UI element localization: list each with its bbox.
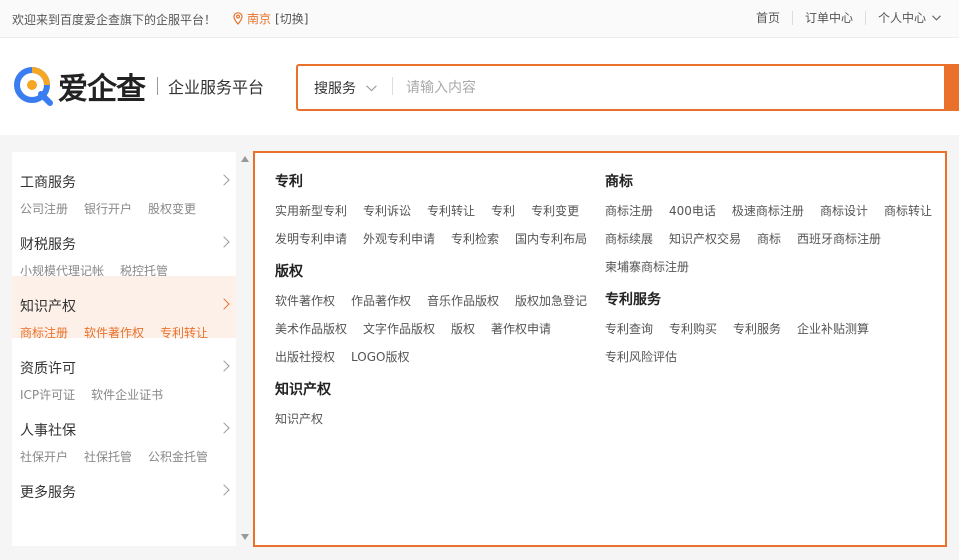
service-link[interactable]: 发明专利申请 — [275, 225, 347, 253]
logo-name: 爱企查 — [58, 72, 146, 107]
sidebar-item-license[interactable]: 资质许可 ICP许可证 软件企业证书 — [12, 338, 236, 402]
service-link[interactable]: 软件著作权 — [275, 287, 335, 315]
service-group-title: 商标 — [605, 174, 633, 190]
service-link[interactable]: 柬埔寨商标注册 — [605, 253, 689, 281]
logo-divider — [157, 77, 158, 95]
service-link[interactable]: 作品著作权 — [351, 287, 411, 315]
service-group-links: 软件著作权 作品著作权 音乐作品版权 版权加急登记美术作品版权 文字作品版权 版权 著作权申… — [275, 287, 595, 371]
service-link[interactable]: 音乐作品版权 — [427, 287, 499, 315]
service-link[interactable]: 400电话 — [669, 197, 716, 225]
sidebar-scrollbar[interactable] — [238, 152, 252, 546]
nav-personal-center-label: 个人中心 — [877, 11, 926, 25]
service-group-links: 实用新型专利 专利诉讼 专利转让 专利 专利变更发明专利申请 外观专利申请 专利检索 国内专利… — [275, 197, 595, 253]
service-link[interactable]: 实用新型专利 — [275, 197, 347, 225]
header: 爱企查 企业服务平台 搜服务 — [0, 38, 959, 135]
service-link[interactable]: 知识产权交易 — [669, 225, 741, 253]
top-nav: 首页 订单中心 个人中心 — [744, 11, 953, 25]
category-sidebar: 工商服务 公司注册 银行开户 股权变更 财税服务 小规模代理记帐 税控托管 知识… — [12, 152, 236, 546]
panel-column-left: 专利 实用新型专利 专利诉讼 专利转让 专利 专利变更 发明专利申请 外观专利申请 专利检索 国内… — [275, 171, 595, 441]
service-link[interactable]: 专利检索 — [451, 225, 499, 253]
service-group-links: 知识产权 — [275, 405, 595, 433]
service-link[interactable]: 国内专利布局 — [515, 225, 587, 253]
service-group-links: 商标注册 400电话 极速商标注册 商标设计 商标转让商标续展 知识产权交易 商标 西班牙商标… — [605, 197, 935, 281]
service-group: 商标 商标注册 400电话 极速商标注册 商标设计 商标转让 商标续展 知识产权交易 商标 西班牙… — [605, 171, 935, 281]
service-link[interactable]: 出版社授权 — [275, 343, 335, 371]
chevron-down-icon — [932, 15, 941, 21]
service-group-title: 知识产权 — [275, 382, 331, 398]
service-link[interactable]: 文字作品版权 — [363, 315, 435, 343]
search-input[interactable] — [406, 76, 926, 100]
service-group-title: 专利 — [275, 174, 303, 190]
service-group: 版权 软件著作权 作品著作权 音乐作品版权 版权加急登记 美术作品版权 文字作品版权 版权 著作… — [275, 261, 595, 371]
service-link[interactable]: 专利服务 — [733, 315, 781, 343]
service-group: 知识产权 知识产权 — [275, 379, 595, 433]
logo[interactable]: 爱企查 企业服务平台 — [12, 64, 264, 108]
service-link[interactable]: 版权加急登记 — [515, 287, 587, 315]
search-type-label: 搜服务 — [314, 81, 356, 97]
service-group-title: 专利服务 — [605, 292, 661, 308]
logo-subtitle: 企业服务平台 — [168, 78, 265, 97]
service-link[interactable]: 商标设计 — [820, 197, 868, 225]
scroll-up-icon[interactable] — [241, 156, 249, 162]
aiqicha-logo-icon — [14, 67, 53, 106]
switch-city-link[interactable]: [切换] — [275, 10, 308, 27]
top-bar: 欢迎来到百度爱企查旗下的企服平台！ 南京 [切换] 首页 订单中心 个人中心 — [0, 0, 959, 38]
category-title: 人事社保 — [20, 423, 76, 439]
service-link[interactable]: 专利查询 — [605, 315, 653, 343]
panel-column-right: 商标 商标注册 400电话 极速商标注册 商标设计 商标转让 商标续展 知识产权交易 商标 西班牙… — [605, 171, 935, 379]
search-button[interactable] — [944, 64, 959, 111]
service-group: 专利服务 专利查询 专利购买 专利服务 企业补贴测算 专利风险评估 — [605, 289, 935, 371]
search-type-select[interactable]: 搜服务 — [314, 78, 377, 98]
category-title: 更多服务 — [20, 485, 76, 501]
service-link[interactable]: 商标转让 — [884, 197, 932, 225]
sidebar-item-tax[interactable]: 财税服务 小规模代理记帐 税控托管 — [12, 214, 236, 278]
service-link[interactable]: 专利变更 — [531, 197, 579, 225]
service-link[interactable]: LOGO版权 — [351, 343, 409, 371]
service-link[interactable]: 极速商标注册 — [732, 197, 804, 225]
category-title: 财税服务 — [20, 237, 76, 253]
search-box: 搜服务 — [296, 64, 959, 111]
scroll-down-icon[interactable] — [241, 534, 249, 540]
current-city: 南京 — [247, 12, 272, 26]
service-link[interactable]: 企业补贴测算 — [797, 315, 869, 343]
service-group-links: 专利查询 专利购买 专利服务 企业补贴测算专利风险评估 — [605, 315, 935, 371]
service-link[interactable]: 西班牙商标注册 — [797, 225, 881, 253]
location-pin-icon — [233, 12, 243, 25]
service-link[interactable]: 专利转让 — [427, 197, 475, 225]
service-group: 专利 实用新型专利 专利诉讼 专利转让 专利 专利变更 发明专利申请 外观专利申请 专利检索 国内… — [275, 171, 595, 253]
category-title: 知识产权 — [20, 299, 76, 315]
sidebar-item-hr[interactable]: 人事社保 社保开户 社保托管 公积金托管 — [12, 400, 236, 464]
nav-home[interactable]: 首页 — [744, 11, 792, 25]
service-link[interactable]: 版权 — [451, 315, 475, 343]
service-link[interactable]: 专利风险评估 — [605, 343, 677, 371]
sidebar-item-business[interactable]: 工商服务 公司注册 银行开户 股权变更 — [12, 152, 236, 216]
nav-orders[interactable]: 订单中心 — [791, 11, 865, 25]
service-link[interactable]: 美术作品版权 — [275, 315, 347, 343]
service-group-title: 版权 — [275, 264, 303, 280]
category-panel: 专利 实用新型专利 专利诉讼 专利转让 专利 专利变更 发明专利申请 外观专利申请 专利检索 国内… — [253, 151, 947, 547]
service-link[interactable]: 商标续展 — [605, 225, 653, 253]
sidebar-item-more[interactable]: 更多服务 — [12, 462, 236, 524]
service-link[interactable]: 商标注册 — [605, 197, 653, 225]
service-link[interactable]: 著作权申请 — [491, 315, 551, 343]
chevron-down-icon — [366, 84, 377, 91]
category-title: 资质许可 — [20, 361, 76, 377]
service-link[interactable]: 商标 — [757, 225, 781, 253]
service-link[interactable]: 外观专利申请 — [363, 225, 435, 253]
sidebar-item-ip[interactable]: 知识产权 商标注册 软件著作权 专利转让 — [12, 276, 236, 340]
nav-personal-center[interactable]: 个人中心 — [864, 11, 953, 25]
location-switch[interactable]: 南京 [切换] — [233, 10, 308, 27]
service-link[interactable]: 专利 — [491, 197, 515, 225]
service-link[interactable]: 专利诉讼 — [363, 197, 411, 225]
service-link[interactable]: 专利购买 — [669, 315, 717, 343]
category-title: 工商服务 — [20, 175, 76, 191]
search-divider — [392, 77, 393, 95]
welcome-text: 欢迎来到百度爱企查旗下的企服平台！ — [12, 13, 217, 27]
service-link[interactable]: 知识产权 — [275, 405, 323, 433]
